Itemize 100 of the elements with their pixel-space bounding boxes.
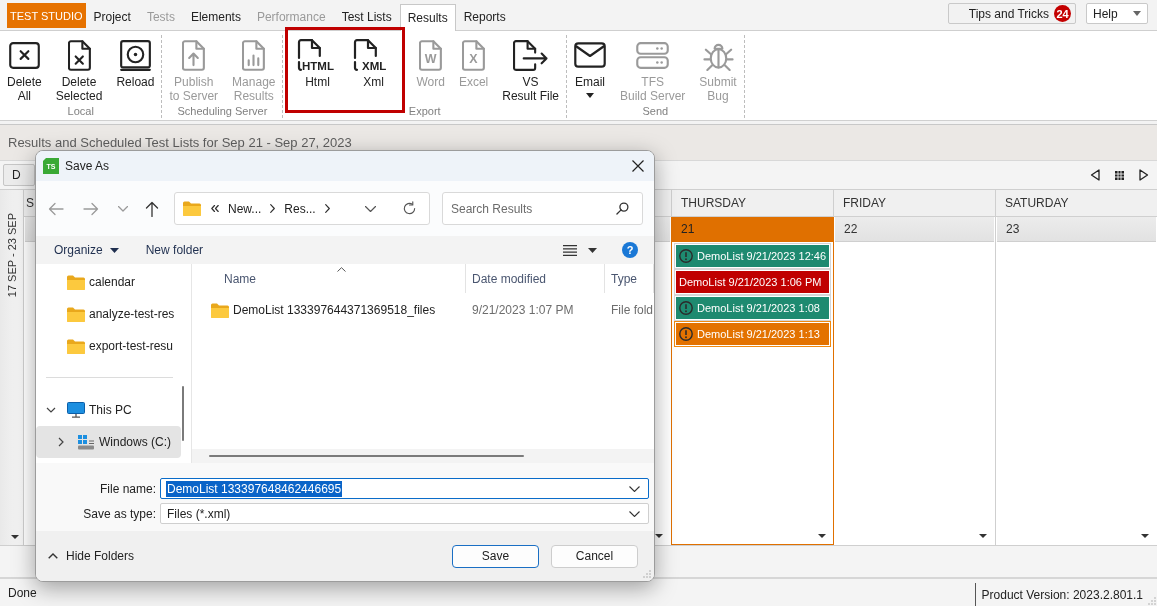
tips-button[interactable]: Tips and Tricks 24: [947, 3, 1076, 24]
alert-icon: [679, 327, 693, 341]
folder-icon: [67, 274, 85, 290]
address-bar[interactable]: New... Res...: [174, 192, 430, 225]
caret-icon: [109, 247, 119, 253]
event-item[interactable]: DemoList 9/21/2023 1:06 PM: [675, 270, 830, 294]
search-icon[interactable]: [616, 202, 629, 215]
refresh-icon[interactable]: [402, 201, 417, 216]
date-cell: 22: [835, 217, 994, 242]
toolbar-button[interactable]: D: [3, 164, 35, 186]
ribbon-button[interactable]: Delete Selected: [52, 35, 106, 103]
event-item[interactable]: DemoList 9/21/2023 12:46: [675, 244, 830, 268]
dialog-button[interactable]: Save: [452, 544, 539, 568]
column-header[interactable]: Type: [605, 264, 654, 293]
down-triangle-icon[interactable]: [11, 535, 19, 539]
organize-menu[interactable]: Organize: [54, 243, 119, 257]
event-item[interactable]: DemoList 9/21/2023 1:08: [675, 296, 830, 320]
day-header: THURSDAY: [681, 196, 747, 210]
double-chevron-icon[interactable]: [211, 205, 219, 212]
help-menu[interactable]: Help: [1086, 3, 1148, 24]
field-label: Save as type:: [82, 506, 156, 521]
ribbon-button[interactable]: Delete All: [4, 35, 45, 103]
column-header[interactable]: Name: [192, 264, 466, 293]
chevron-right-icon[interactable]: [56, 437, 66, 447]
view-title: Results and Scheduled Test Lists for Sep 21 - Sep 27, 2023: [8, 135, 352, 150]
breadcrumb-item[interactable]: New...: [225, 201, 265, 216]
group-label: Export: [407, 104, 442, 118]
date-cell: 21: [672, 217, 833, 242]
grid-icon[interactable]: [1115, 170, 1124, 180]
triangle-left-icon[interactable]: [1090, 169, 1100, 181]
file-x-icon: [67, 39, 91, 71]
tab[interactable]: Reports: [455, 3, 514, 30]
down-triangle-icon[interactable]: [1141, 534, 1149, 538]
file-chart-icon: [242, 39, 266, 71]
server-icon: [636, 41, 670, 69]
tree-item[interactable]: This PC: [36, 394, 181, 426]
folder-icon: [211, 302, 229, 318]
type-select[interactable]: Files (*.xml): [160, 503, 649, 524]
down-triangle-icon[interactable]: [655, 534, 663, 538]
tree-item[interactable]: Windows (C:): [36, 426, 181, 458]
chevron-down-icon[interactable]: [365, 205, 376, 212]
chevron-down-icon[interactable]: [629, 485, 640, 492]
ribbon-button[interactable]: VS Result File: [499, 35, 562, 103]
tab[interactable]: Results: [399, 4, 456, 31]
day-column[interactable]: 21 DemoList 9/21/2023 12:46 DemoList 9/21/2023 1:06 PM DemoList 9/21/2023 1:08 DemoList 9/21/2023 1:13: [671, 217, 834, 545]
ribbon-button[interactable]: XML Xml: [350, 35, 397, 110]
dialog-button[interactable]: Cancel: [551, 544, 638, 568]
field-label: File name:: [98, 481, 156, 496]
chevron-right-icon[interactable]: [270, 204, 276, 213]
group-label: Local: [66, 104, 95, 118]
chevron-down-icon[interactable]: [46, 405, 56, 415]
breadcrumb-item[interactable]: Res...: [281, 201, 319, 216]
file-name-field[interactable]: DemoList 133397648462446695: [160, 478, 649, 499]
chevron-down-icon[interactable]: [629, 510, 640, 517]
search-field[interactable]: Search Results: [442, 192, 643, 225]
word-file-icon: W: [419, 39, 443, 71]
ribbon-button[interactable]: Email: [570, 35, 609, 98]
ribbon-button[interactable]: Reload: [113, 35, 158, 89]
resize-grip-icon[interactable]: [1148, 597, 1156, 605]
column-header[interactable]: Date modified: [466, 264, 605, 293]
date-cell: 23: [997, 217, 1156, 242]
drive-icon: [77, 434, 95, 450]
table-cell: 9/21/2023 1:07 PM: [472, 303, 574, 317]
scrollbar[interactable]: [182, 386, 184, 441]
chevron-up-icon: [48, 553, 58, 559]
resize-grip-icon[interactable]: [643, 570, 651, 578]
help-icon[interactable]: ?: [622, 242, 638, 258]
nav-item[interactable]: calendar: [36, 266, 181, 298]
up-arrow-icon[interactable]: [145, 200, 159, 217]
file-export-icon: [513, 39, 549, 71]
hide-folders-button[interactable]: Hide Folders: [48, 549, 135, 563]
table-cell: File fold: [611, 303, 654, 317]
folder-icon: [67, 306, 85, 322]
day-header: S: [26, 196, 34, 210]
tab[interactable]: Elements: [182, 3, 249, 30]
file-name[interactable]: DemoList 133397644371369518_files: [233, 303, 436, 317]
excel-file-icon: X: [462, 39, 486, 71]
envelope-icon: [573, 42, 606, 68]
caret-icon: [585, 93, 594, 98]
close-icon[interactable]: [632, 160, 644, 172]
caret-icon[interactable]: [588, 247, 597, 253]
day-header: SATURDAY: [1005, 196, 1069, 210]
chevron-right-icon[interactable]: [324, 204, 330, 213]
scrollbar[interactable]: [209, 455, 524, 457]
boxed-x-icon: [8, 41, 40, 69]
dialog-title: Save As: [65, 159, 110, 173]
list-view-icon[interactable]: [563, 244, 577, 256]
nav-item[interactable]: analyze-test-res: [36, 298, 181, 330]
down-triangle-icon[interactable]: [818, 534, 826, 538]
new-folder-button[interactable]: New folder: [145, 243, 204, 257]
alert-icon: [679, 301, 693, 315]
down-triangle-icon[interactable]: [979, 534, 987, 538]
sort-caret-icon: [336, 267, 346, 272]
ribbon-button[interactable]: HTML Html: [294, 35, 341, 110]
tab[interactable]: Project: [85, 3, 139, 30]
nav-item[interactable]: export-test-resu: [36, 330, 181, 362]
triangle-right-icon[interactable]: [1139, 169, 1149, 181]
week-label: 17 SEP - 23 SEP: [5, 213, 18, 298]
tab[interactable]: Test Lists: [333, 3, 400, 30]
count-badge: 24: [1054, 5, 1071, 22]
